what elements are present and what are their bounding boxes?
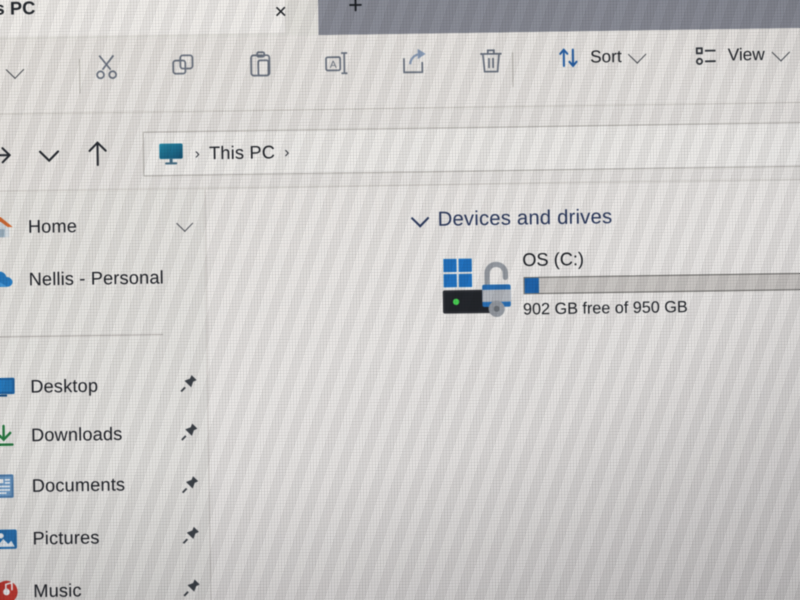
sidebar-item-label: Documents <box>31 473 126 496</box>
music-icon <box>0 576 21 600</box>
sidebar-item-label: Downloads <box>30 423 123 445</box>
sidebar-item-label: Desktop <box>30 374 99 397</box>
sort-label: Sort <box>589 46 622 67</box>
pin-icon[interactable] <box>181 475 199 494</box>
pin-icon[interactable] <box>182 526 199 544</box>
photographed-screen: his PC × + New <box>0 0 800 600</box>
sidebar-item-label: Home <box>27 215 78 237</box>
sidebar-item-desktop[interactable]: Desktop <box>0 362 208 410</box>
tab-this-pc[interactable]: his PC × <box>0 0 287 38</box>
drive-free-space-text: 902 GB free of 950 GB <box>522 298 688 319</box>
copy-icon[interactable] <box>170 51 197 80</box>
pin-icon[interactable] <box>183 578 200 597</box>
navigation-bar: › This PC › <box>0 102 800 193</box>
drive-item-os-c[interactable]: OS (C:) 902 GB free of 950 GB <box>441 245 800 330</box>
up-arrow-icon[interactable] <box>83 138 112 169</box>
sort-button[interactable]: Sort <box>557 44 647 71</box>
chevron-down-icon <box>5 59 25 79</box>
sidebar-item-music[interactable]: Music <box>0 566 211 600</box>
file-explorer-window: his PC × + New <box>0 0 800 600</box>
home-icon <box>0 212 16 243</box>
drive-capacity-bar <box>523 272 800 295</box>
pin-icon[interactable] <box>181 423 198 441</box>
downloads-icon <box>0 420 19 451</box>
address-bar[interactable]: › This PC › <box>142 121 800 177</box>
drive-capacity-fill <box>524 277 539 294</box>
drive-bitlocker-unlocked-icon <box>442 258 511 317</box>
view-button[interactable]: View <box>694 42 790 68</box>
group-title: Devices and drives <box>437 205 613 231</box>
pictures-icon <box>0 523 21 554</box>
recent-locations-chevron-icon[interactable] <box>35 144 64 167</box>
forward-arrow-icon[interactable] <box>0 141 15 170</box>
sidebar-item-label: Music <box>33 579 82 600</box>
breadcrumb-trailing-chevron[interactable]: › <box>281 143 292 160</box>
monitor-icon <box>159 143 183 165</box>
navigation-pane: Home Nellis - Personal Desktop Downloads… <box>0 189 211 600</box>
pin-icon[interactable] <box>180 374 197 393</box>
delete-icon[interactable] <box>478 47 505 76</box>
view-icon <box>695 47 716 65</box>
sidebar-item-label: Pictures <box>32 526 100 549</box>
close-icon[interactable]: × <box>269 0 292 25</box>
chevron-down-icon <box>410 208 430 228</box>
new-tab-button[interactable]: + <box>338 0 373 23</box>
tab-label: his PC <box>0 0 36 19</box>
documents-icon <box>0 471 20 502</box>
desktop-icon <box>0 372 18 403</box>
chevron-down-icon[interactable] <box>176 214 194 232</box>
drive-name: OS (C:) <box>522 248 585 271</box>
breadcrumb-this-pc[interactable]: This PC <box>209 142 276 164</box>
sidebar-item-nellis-personal[interactable]: Nellis - Personal <box>0 254 206 302</box>
sidebar-item-pictures[interactable]: Pictures <box>0 514 210 562</box>
sidebar-item-downloads[interactable]: Downloads <box>0 410 208 458</box>
breadcrumb-separator: › <box>194 144 200 163</box>
onedrive-icon <box>0 264 17 295</box>
sort-icon <box>559 48 578 68</box>
sidebar-divider <box>0 334 164 338</box>
content-pane: Devices and drives OS (C:) 902 GB free o… <box>205 180 800 600</box>
view-label: View <box>727 44 765 65</box>
cut-icon[interactable] <box>93 52 120 81</box>
paste-icon[interactable] <box>247 50 274 79</box>
sidebar-item-home[interactable]: Home <box>0 202 205 250</box>
share-icon[interactable] <box>401 48 428 77</box>
group-header-devices-and-drives[interactable]: Devices and drives <box>410 205 613 232</box>
rename-icon[interactable]: A <box>324 49 351 78</box>
sidebar-item-label: Nellis - Personal <box>28 266 165 289</box>
new-button[interactable]: New <box>0 59 25 83</box>
sidebar-item-documents[interactable]: Documents <box>0 461 209 509</box>
svg-text:A: A <box>330 60 337 71</box>
